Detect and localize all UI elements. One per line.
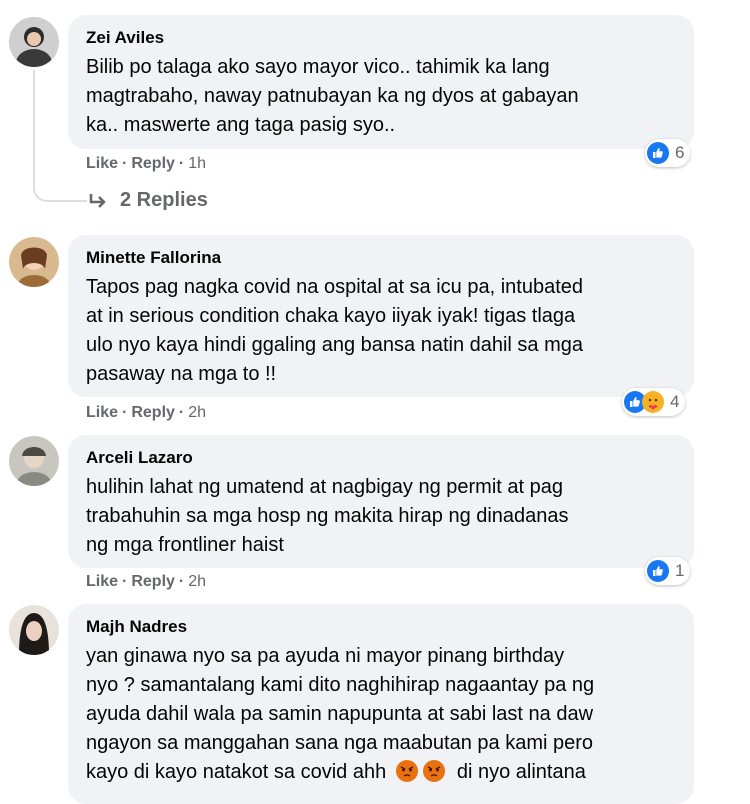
comment-actions: Like · Reply · 1h [86, 155, 207, 173]
reaction-count: 4 [670, 392, 680, 411]
reaction-summary[interactable]: 1 [645, 557, 691, 585]
reaction-summary[interactable]: 6 [645, 139, 691, 167]
like-button[interactable]: Like [86, 155, 118, 173]
commenter-name[interactable]: Minette Fallorina [86, 247, 678, 269]
comment-text: yan ginawa nyo sa pa ayuda ni mayor pina… [86, 645, 595, 783]
timestamp[interactable]: 2h [188, 404, 206, 422]
comment-bubble: Majh Nadres yan ginawa nyo sa pa ayuda n… [68, 604, 694, 804]
avatar[interactable] [9, 17, 59, 67]
like-button[interactable]: Like [86, 573, 118, 591]
comment-bubble: Arceli Lazaro hulihin lahat ng umatend a… [68, 435, 694, 568]
comment-bubble: Zei Aviles Bilib po talaga ako sayo mayo… [68, 15, 694, 149]
reaction-count: 1 [675, 561, 685, 580]
comment-text: Tapos pag nagka covid na ospital at sa i… [86, 276, 584, 385]
comment-text: hulihin lahat ng umatend at nagbigay ng … [86, 476, 569, 556]
comment-text: Bilib po talaga ako sayo mayor vico.. ta… [86, 56, 579, 136]
avatar[interactable] [9, 436, 59, 486]
reaction-count: 6 [675, 143, 685, 162]
like-reaction-icon [647, 142, 669, 164]
replies-label[interactable]: 2 Replies [120, 189, 208, 212]
avatar[interactable] [9, 605, 59, 655]
commenter-name[interactable]: Arceli Lazaro [86, 447, 678, 469]
reply-arrow-icon [89, 193, 106, 208]
comment-actions: Like · Reply · 2h [86, 573, 207, 591]
reply-button[interactable]: Reply [131, 404, 175, 422]
angry-emoji-icon [395, 760, 418, 782]
comment-bubble: Minette Fallorina Tapos pag nagka covid … [68, 235, 694, 397]
reply-button[interactable]: Reply [131, 155, 175, 173]
timestamp[interactable]: 2h [188, 573, 206, 591]
view-replies-link[interactable]: 2 Replies [88, 189, 208, 212]
like-reaction-icon [647, 560, 669, 582]
like-button[interactable]: Like [86, 404, 118, 422]
commenter-name[interactable]: Zei Aviles [86, 27, 678, 49]
commenter-name[interactable]: Majh Nadres [86, 616, 678, 638]
comment-actions: Like · Reply · 2h [86, 404, 207, 422]
care-reaction-icon [642, 391, 664, 413]
angry-emoji-icon [423, 760, 446, 782]
reply-button[interactable]: Reply [131, 573, 175, 591]
reaction-summary[interactable]: 4 [622, 388, 686, 416]
avatar[interactable] [9, 237, 59, 287]
timestamp[interactable]: 1h [188, 155, 206, 173]
